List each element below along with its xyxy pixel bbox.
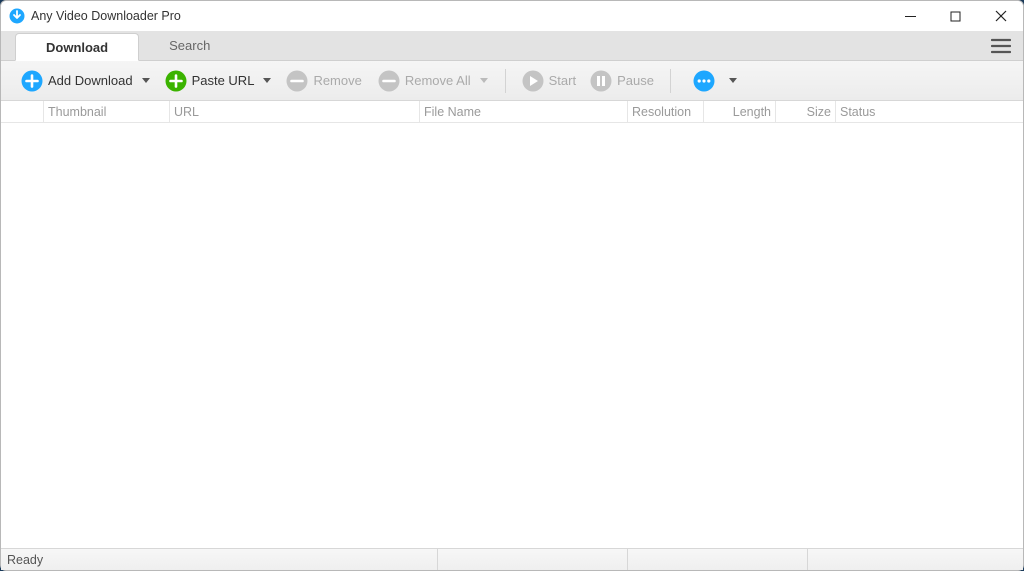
pause-label: Pause [617,73,654,88]
pause-icon [590,70,612,92]
start-label: Start [549,73,576,88]
status-cell-3 [627,549,807,570]
minimize-button[interactable] [888,1,933,31]
pause-button[interactable]: Pause [588,66,656,96]
toolbar: Add Download Paste URL Remove Remove All [1,61,1023,101]
paste-url-dropdown[interactable] [260,78,274,84]
app-window: Any Video Downloader Pro Download Search… [0,0,1024,571]
more-dropdown[interactable] [726,78,740,84]
add-download-label: Add Download [48,73,133,88]
plus-icon [21,70,43,92]
tabbar: Download Search [1,31,1023,61]
status-cell-2 [437,549,627,570]
statusbar: Ready [1,548,1023,570]
toolbar-separator [670,69,671,93]
minus-icon [378,70,400,92]
column-file-name[interactable]: File Name [419,101,627,122]
column-checkbox[interactable] [1,101,43,122]
app-icon [9,8,25,24]
column-resolution[interactable]: Resolution [627,101,703,122]
remove-all-button[interactable]: Remove All [376,66,473,96]
column-url[interactable]: URL [169,101,419,122]
tab-download[interactable]: Download [15,33,139,61]
minus-icon [286,70,308,92]
download-list[interactable] [1,123,1023,548]
maximize-button[interactable] [933,1,978,31]
toolbar-separator [505,69,506,93]
menu-button[interactable] [987,32,1015,60]
status-text: Ready [1,549,437,570]
play-icon [522,70,544,92]
titlebar: Any Video Downloader Pro [1,1,1023,31]
add-download-dropdown[interactable] [139,78,153,84]
column-thumbnail[interactable]: Thumbnail [43,101,169,122]
column-size[interactable]: Size [775,101,835,122]
remove-all-dropdown[interactable] [477,78,491,84]
plus-icon-green [165,70,187,92]
column-status[interactable]: Status [835,101,1023,122]
more-button[interactable] [691,66,722,96]
column-length[interactable]: Length [703,101,775,122]
column-headers: Thumbnail URL File Name Resolution Lengt… [1,101,1023,123]
paste-url-label: Paste URL [192,73,255,88]
add-download-button[interactable]: Add Download [19,66,135,96]
more-icon [693,70,715,92]
status-cell-4 [807,549,1023,570]
remove-button[interactable]: Remove [284,66,363,96]
app-title: Any Video Downloader Pro [31,9,181,23]
remove-label: Remove [313,73,361,88]
close-button[interactable] [978,1,1023,31]
start-button[interactable]: Start [520,66,578,96]
remove-all-label: Remove All [405,73,471,88]
paste-url-button[interactable]: Paste URL [163,66,257,96]
tab-search[interactable]: Search [139,32,240,60]
